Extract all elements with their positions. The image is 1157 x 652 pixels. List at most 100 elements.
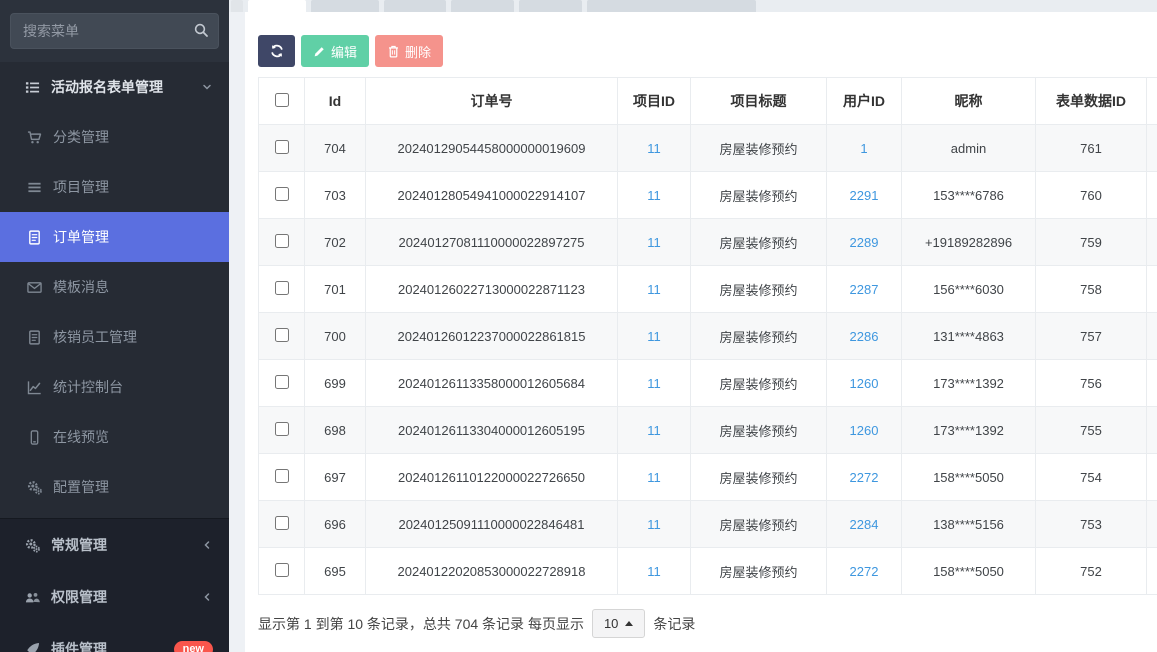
cell-form_data_id: 756 (1036, 360, 1147, 407)
cell-project_title: 房屋装修预约 (691, 125, 827, 172)
sidebar-item-label: 活动报名表单管理 (51, 77, 163, 97)
cell-order_no: 20240129054458000000019609 (366, 125, 618, 172)
cell-user_id: 2272 (827, 454, 902, 501)
tab[interactable] (587, 0, 756, 12)
user_id-link[interactable]: 1 (860, 141, 867, 156)
table-row: 7032024012805494100002291410711房屋装修预约229… (259, 172, 1157, 219)
sidebar: 活动报名表单管理分类管理项目管理订单管理模板消息核销员工管理统计控制台在线预览配… (0, 0, 229, 652)
user_id-link[interactable]: 2272 (850, 564, 879, 579)
chart-line-icon (26, 380, 43, 395)
refresh-icon (270, 44, 284, 58)
cell-user_id: 1260 (827, 360, 902, 407)
sidebar-item-verify-staff-management[interactable]: 核销员工管理 (0, 312, 229, 362)
sidebar-item-order-management[interactable]: 订单管理 (0, 212, 229, 262)
tab[interactable] (384, 0, 446, 12)
sidebar-item-project-management[interactable]: 项目管理 (0, 162, 229, 212)
delete-button[interactable]: 删除 (375, 35, 443, 67)
table-header-row: Id订单号项目ID项目标题用户ID昵称表单数据ID (259, 78, 1157, 125)
project_id-link[interactable]: 11 (647, 188, 661, 203)
tab[interactable] (311, 0, 379, 12)
user_id-link[interactable]: 2289 (850, 235, 879, 250)
row-select-cell (259, 266, 305, 313)
cell-extra (1147, 313, 1157, 360)
row-select-cell (259, 313, 305, 360)
cell-form_data_id: 754 (1036, 454, 1147, 501)
sidebar-item-permission-management[interactable]: 权限管理 (0, 571, 229, 623)
row-checkbox[interactable] (275, 140, 289, 154)
cell-project_id: 11 (618, 219, 691, 266)
tab[interactable] (231, 0, 243, 12)
project_id-link[interactable]: 11 (647, 517, 661, 532)
user_id-link[interactable]: 1260 (850, 376, 879, 391)
row-checkbox[interactable] (275, 563, 289, 577)
project_id-link[interactable]: 11 (647, 470, 661, 485)
sidebar-item-general-management[interactable]: 常规管理 (0, 519, 229, 571)
row-checkbox[interactable] (275, 187, 289, 201)
sidebar-item-online-preview[interactable]: 在线预览 (0, 412, 229, 462)
tab[interactable] (451, 0, 514, 12)
file-icon (26, 230, 43, 245)
project_id-link[interactable]: 11 (647, 282, 661, 297)
envelope-icon (26, 280, 43, 295)
tab[interactable] (519, 0, 582, 12)
user_id-link[interactable]: 2287 (850, 282, 879, 297)
sidebar-item-statistics-console[interactable]: 统计控制台 (0, 362, 229, 412)
cell-form_data_id: 753 (1036, 501, 1147, 548)
user_id-link[interactable]: 2272 (850, 470, 879, 485)
sidebar-item-label: 插件管理 (51, 639, 107, 652)
cell-form_data_id: 755 (1036, 407, 1147, 454)
page-size-dropdown[interactable]: 10 (592, 609, 645, 638)
user_id-link[interactable]: 2291 (850, 188, 879, 203)
sidebar-item-category-management[interactable]: 分类管理 (0, 112, 229, 162)
tab-active[interactable] (248, 0, 306, 12)
cell-project_title: 房屋装修预约 (691, 501, 827, 548)
cell-project_id: 11 (618, 313, 691, 360)
menu-search-input[interactable] (10, 13, 219, 49)
sidebar-item-activity-form-management[interactable]: 活动报名表单管理 (0, 62, 229, 112)
tab-strip (229, 0, 1157, 12)
row-checkbox[interactable] (275, 281, 289, 295)
project_id-link[interactable]: 11 (647, 235, 661, 250)
select-all-checkbox[interactable] (275, 93, 289, 107)
sidebar-item-plugin-management[interactable]: 插件管理new (0, 623, 229, 652)
cell-form_data_id: 758 (1036, 266, 1147, 313)
row-select-cell (259, 172, 305, 219)
user_id-link[interactable]: 2286 (850, 329, 879, 344)
cell-id: 703 (305, 172, 366, 219)
cell-id: 702 (305, 219, 366, 266)
row-checkbox[interactable] (275, 234, 289, 248)
row-checkbox[interactable] (275, 516, 289, 530)
user_id-link[interactable]: 1260 (850, 423, 879, 438)
cell-extra (1147, 360, 1157, 407)
cell-nickname: 158****5050 (902, 454, 1036, 501)
cell-extra (1147, 548, 1157, 595)
refresh-button[interactable] (258, 35, 295, 67)
pagination-summary: 显示第 1 到第 10 条记录，总共 704 条记录 每页显示 (258, 614, 584, 634)
user_id-link[interactable]: 2284 (850, 517, 879, 532)
toolbar: 编辑 删除 (258, 35, 1157, 67)
edit-button[interactable]: 编辑 (301, 35, 369, 67)
row-checkbox[interactable] (275, 469, 289, 483)
cart-icon (26, 130, 43, 145)
project_id-link[interactable]: 11 (647, 141, 661, 156)
sidebar-item-label: 项目管理 (53, 177, 109, 197)
row-checkbox[interactable] (275, 328, 289, 342)
row-checkbox[interactable] (275, 422, 289, 436)
row-checkbox[interactable] (275, 375, 289, 389)
project_id-link[interactable]: 11 (647, 376, 661, 391)
cell-user_id: 2284 (827, 501, 902, 548)
project_id-link[interactable]: 11 (647, 329, 661, 344)
cell-id: 701 (305, 266, 366, 313)
cell-project_title: 房屋装修预约 (691, 266, 827, 313)
cell-project_id: 11 (618, 266, 691, 313)
content-gutter (229, 12, 245, 652)
cell-user_id: 2289 (827, 219, 902, 266)
table-row: 6952024012202085300002272891811房屋装修预约227… (259, 548, 1157, 595)
row-select-cell (259, 548, 305, 595)
cell-project_title: 房屋装修预约 (691, 407, 827, 454)
project_id-link[interactable]: 11 (647, 564, 661, 579)
project_id-link[interactable]: 11 (647, 423, 661, 438)
cell-order_no: 20240128054941000022914107 (366, 172, 618, 219)
sidebar-item-template-message[interactable]: 模板消息 (0, 262, 229, 312)
sidebar-item-config-management[interactable]: 配置管理 (0, 462, 229, 512)
